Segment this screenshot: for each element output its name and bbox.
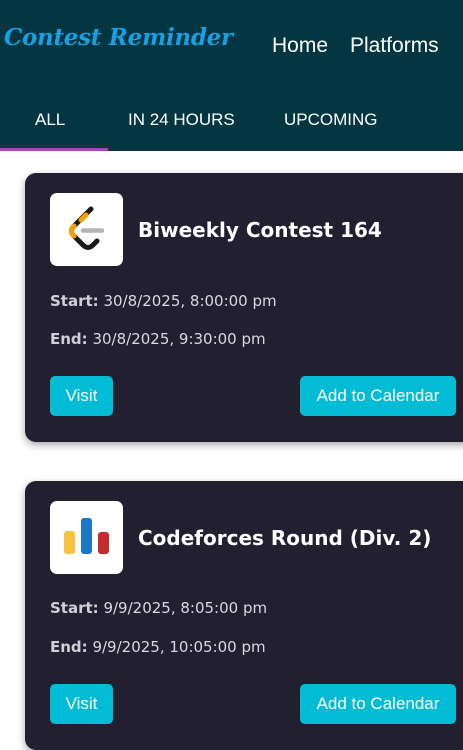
end-label: End: bbox=[50, 330, 88, 348]
leetcode-logo-icon bbox=[69, 206, 105, 250]
contest-card: Biweekly Contest 164 Start: 30/8/2025, 8… bbox=[25, 173, 463, 442]
contest-card: Codeforces Round (Div. 2) Start: 9/9/202… bbox=[25, 481, 463, 750]
contest-title: Biweekly Contest 164 bbox=[138, 218, 382, 242]
nav-home-link[interactable]: Home bbox=[272, 34, 328, 58]
end-time-row: End: 9/9/2025, 10:05:00 pm bbox=[50, 638, 266, 656]
start-time-row: Start: 30/8/2025, 8:00:00 pm bbox=[50, 292, 277, 310]
visit-button[interactable]: Visit bbox=[50, 376, 113, 416]
tab-all[interactable]: ALL bbox=[35, 110, 65, 130]
platform-logo bbox=[50, 193, 123, 266]
add-to-calendar-button[interactable]: Add to Calendar bbox=[300, 684, 456, 724]
contest-title: Codeforces Round (Div. 2) bbox=[138, 526, 432, 550]
codeforces-logo-icon bbox=[64, 518, 109, 554]
end-time-row: End: 30/8/2025, 9:30:00 pm bbox=[50, 330, 266, 348]
platform-logo bbox=[50, 501, 123, 574]
start-time-value: 30/8/2025, 8:00:00 pm bbox=[103, 292, 277, 310]
start-label: Start: bbox=[50, 599, 99, 617]
active-tab-indicator bbox=[0, 148, 108, 151]
start-time-value: 9/9/2025, 8:05:00 pm bbox=[103, 599, 268, 617]
end-time-value: 30/8/2025, 9:30:00 pm bbox=[92, 330, 266, 348]
add-to-calendar-button[interactable]: Add to Calendar bbox=[300, 376, 456, 416]
tab-upcoming[interactable]: UPCOMING bbox=[284, 110, 378, 130]
start-label: Start: bbox=[50, 292, 99, 310]
nav-platforms-link[interactable]: Platforms bbox=[350, 34, 439, 58]
visit-button[interactable]: Visit bbox=[50, 684, 113, 724]
tab-in-24-hours[interactable]: IN 24 HOURS bbox=[128, 110, 235, 130]
start-time-row: Start: 9/9/2025, 8:05:00 pm bbox=[50, 599, 267, 617]
end-label: End: bbox=[50, 638, 88, 656]
end-time-value: 9/9/2025, 10:05:00 pm bbox=[92, 638, 266, 656]
top-header: Contest Reminder Home Platforms ALL IN 2… bbox=[0, 0, 463, 151]
app-brand[interactable]: Contest Reminder bbox=[4, 24, 233, 51]
